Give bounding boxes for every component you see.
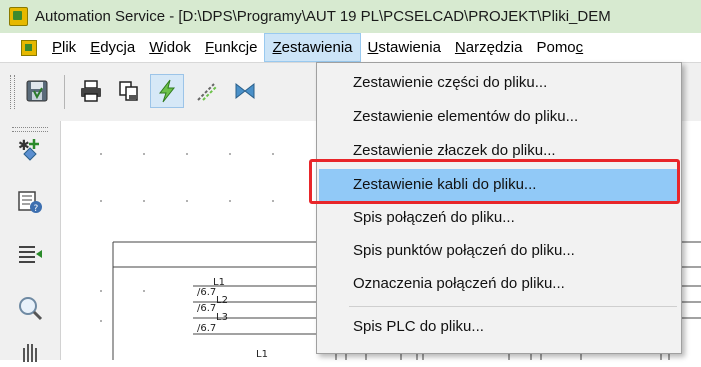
menu-item-oznaczenia[interactable]: Oznaczenia połączeń do pliku... <box>319 268 679 300</box>
lightning-icon[interactable] <box>150 74 184 108</box>
menu-item-spis-punktow[interactable]: Spis punktów połączeń do pliku... <box>319 235 679 267</box>
list-arrow-icon[interactable] <box>13 237 47 271</box>
menu-widok[interactable]: Widok <box>142 33 198 62</box>
menu-bar: Plik Edycja Widok Funkcje Zestawienia Us… <box>0 33 701 62</box>
title-bar[interactable]: Automation Service - [D:\DPS\Programy\AU… <box>0 0 701 33</box>
menu-pomoc[interactable]: Pomoc <box>529 33 590 62</box>
window-title: Automation Service - [D:\DPS\Programy\AU… <box>35 8 611 25</box>
pencil-icon[interactable] <box>190 74 224 108</box>
bowtie-icon[interactable] <box>228 74 262 108</box>
side-toolbar-grip[interactable] <box>12 127 48 132</box>
library-icon[interactable]: ? <box>13 184 47 218</box>
hand-icon[interactable] <box>13 333 47 367</box>
save-icon[interactable] <box>20 74 54 108</box>
menu-separator <box>349 306 677 307</box>
menu-narzedzia[interactable]: Narzędzia <box>448 33 530 62</box>
wire-label-l2: L2 <box>216 295 228 306</box>
svg-text:?: ? <box>34 204 39 214</box>
toolbar-grip[interactable] <box>10 75 15 109</box>
reference-label: /6.7 <box>197 303 216 314</box>
toolbar-separator <box>64 75 65 109</box>
reference-label: /6.7 <box>197 323 216 334</box>
menu-zestawienia[interactable]: Zestawienia <box>264 33 361 62</box>
zestawienia-dropdown: Zestawienie części do pliku... Zestawien… <box>316 62 682 354</box>
copy-icon[interactable] <box>112 74 146 108</box>
menu-edycja[interactable]: Edycja <box>83 33 142 62</box>
side-toolbar: ✱ ? <box>0 121 61 362</box>
menu-item-czesci[interactable]: Zestawienie części do pliku... <box>319 67 679 99</box>
document-menu-icon[interactable] <box>21 39 37 56</box>
wire-label-bottom: L1 <box>256 349 268 360</box>
menu-plik[interactable]: Plik <box>45 33 83 62</box>
wire-label-l3: L3 <box>216 312 228 323</box>
menu-item-elementow[interactable]: Zestawienie elementów do pliku... <box>319 101 679 133</box>
menu-item-spis-plc[interactable]: Spis PLC do pliku... <box>319 311 679 343</box>
menu-funkcje[interactable]: Funkcje <box>198 33 265 62</box>
menu-ustawienia[interactable]: Ustawienia <box>361 33 448 62</box>
reference-label: /6.7 <box>197 287 216 298</box>
annotation-highlight-box <box>309 159 680 204</box>
zoom-icon[interactable] <box>13 291 47 325</box>
menu-item-spis-polaczen[interactable]: Spis połączeń do pliku... <box>319 202 679 234</box>
app-icon <box>9 7 28 26</box>
print-icon[interactable] <box>74 74 108 108</box>
add-symbol-icon[interactable]: ✱ <box>13 133 47 167</box>
